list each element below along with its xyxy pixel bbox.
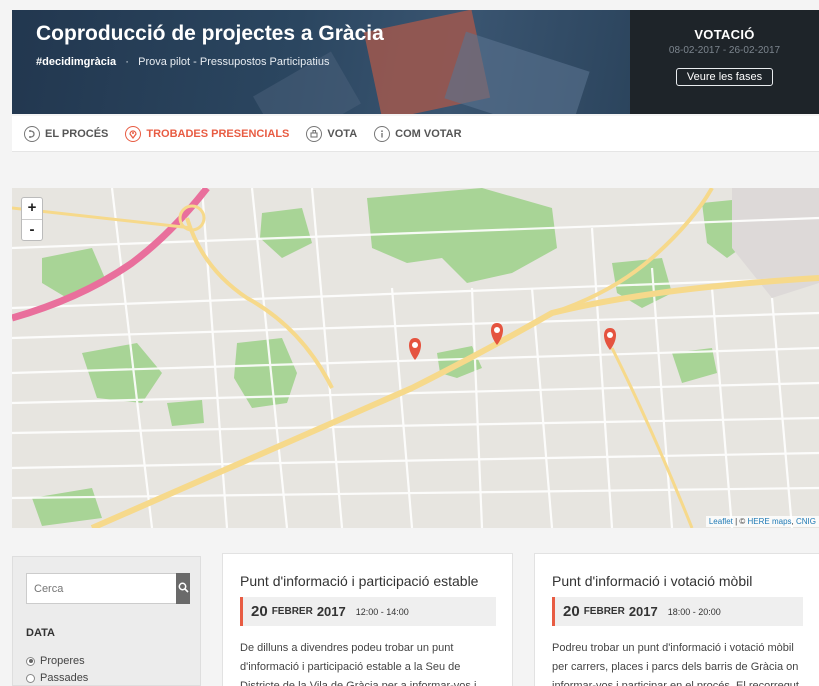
radio-button[interactable] xyxy=(26,656,35,666)
meeting-time: 12:00 - 14:00 xyxy=(355,606,409,617)
meeting-day: 20 xyxy=(251,603,268,620)
subtitle-separator: · xyxy=(125,56,129,68)
process-icon xyxy=(24,125,40,142)
meeting-date: 20 FEBRER 2017 12:00 - 14:00 xyxy=(240,597,496,626)
date-filter-label: DATA xyxy=(26,627,55,639)
attribution-separator: | © xyxy=(732,517,748,526)
search-input[interactable] xyxy=(26,573,176,604)
process-subtitle: Prova pilot - Pressupostos Participatius xyxy=(138,56,330,68)
radio-label: Passades xyxy=(40,672,89,684)
map-pin-icon xyxy=(125,125,142,142)
filter-past[interactable]: Passades xyxy=(26,672,88,684)
meeting-month: FEBRER xyxy=(583,606,625,617)
map-tiles xyxy=(12,188,819,528)
meeting-date: 20 FEBRER 2017 18:00 - 20:00 xyxy=(552,597,803,626)
filters-sidebar: DATA Properes Passades xyxy=(12,556,201,686)
meeting-description: De dilluns a divendres podeu trobar un p… xyxy=(240,642,477,686)
map-attribution: Leaflet | © HERE maps, CNIG xyxy=(705,516,819,527)
process-hashtag[interactable]: #decidimgràcia xyxy=(36,56,116,68)
tab-label: TROBADES PRESENCIALS xyxy=(146,127,290,140)
meeting-year: 2017 xyxy=(628,604,658,619)
view-phases-button[interactable]: Veure les fases xyxy=(675,68,774,86)
tab-com-votar[interactable]: COM VOTAR xyxy=(374,125,462,142)
tab-trobades-presencials[interactable]: TROBADES PRESENCIALS xyxy=(125,125,290,142)
meeting-title[interactable]: Punt d'informació i participació estable xyxy=(240,573,478,589)
meetings-map[interactable]: + - Leaflet | © HERE maps, CNIG xyxy=(12,188,819,528)
phase-title: VOTACIÓ xyxy=(694,27,755,42)
meeting-title[interactable]: Punt d'informació i votació mòbil xyxy=(552,573,752,589)
tab-label: COM VOTAR xyxy=(395,127,462,140)
page: Coproducció de projectes a Gràcia #decid… xyxy=(0,0,819,686)
radio-label: Properes xyxy=(40,655,85,667)
search-box xyxy=(26,573,190,604)
search-icon xyxy=(178,580,189,598)
tab-vota[interactable]: VOTA xyxy=(306,125,358,142)
meeting-month: FEBRER xyxy=(271,606,313,617)
tab-label: VOTA xyxy=(327,127,358,140)
map-zoom-control: + - xyxy=(21,197,43,241)
zoom-in-button[interactable]: + xyxy=(22,198,42,219)
process-subtitle-line: #decidimgràcia · Prova pilot - Pressupos… xyxy=(36,56,329,68)
info-icon xyxy=(374,125,391,142)
leaflet-link[interactable]: Leaflet xyxy=(709,517,733,526)
phase-box: VOTACIÓ 08-02-2017 - 26-02-2017 Veure le… xyxy=(630,10,819,114)
header-image-shape xyxy=(444,31,590,114)
park-area xyxy=(167,400,204,426)
filter-upcoming[interactable]: Properes xyxy=(26,655,85,667)
meeting-year: 2017 xyxy=(316,604,346,619)
process-header: Coproducció de projectes a Gràcia #decid… xyxy=(12,10,819,114)
tab-label: EL PROCÉS xyxy=(45,127,109,140)
radio-button[interactable] xyxy=(26,673,35,683)
search-button[interactable] xyxy=(176,573,190,604)
process-title: Coproducció de projectes a Gràcia xyxy=(36,22,384,45)
tab-el-proces[interactable]: EL PROCÉS xyxy=(24,125,109,142)
zoom-out-button[interactable]: - xyxy=(22,219,42,240)
process-nav-tabs: EL PROCÉS TROBADES PRESENCIALS VOTA COM … xyxy=(12,116,819,152)
meeting-card[interactable]: Punt d'informació i participació estable… xyxy=(222,553,513,686)
vote-icon xyxy=(306,125,323,142)
meeting-time: 18:00 - 20:00 xyxy=(667,606,721,617)
meeting-description: Podreu trobar un punt d'informació i vot… xyxy=(552,642,799,686)
here-maps-link[interactable]: HERE maps xyxy=(748,517,792,526)
phase-dates: 08-02-2017 - 26-02-2017 xyxy=(668,45,781,56)
meeting-card[interactable]: Punt d'informació i votació mòbil 20 FEB… xyxy=(534,553,819,686)
meeting-day: 20 xyxy=(563,603,580,620)
cnig-link[interactable]: CNIG xyxy=(796,517,816,526)
